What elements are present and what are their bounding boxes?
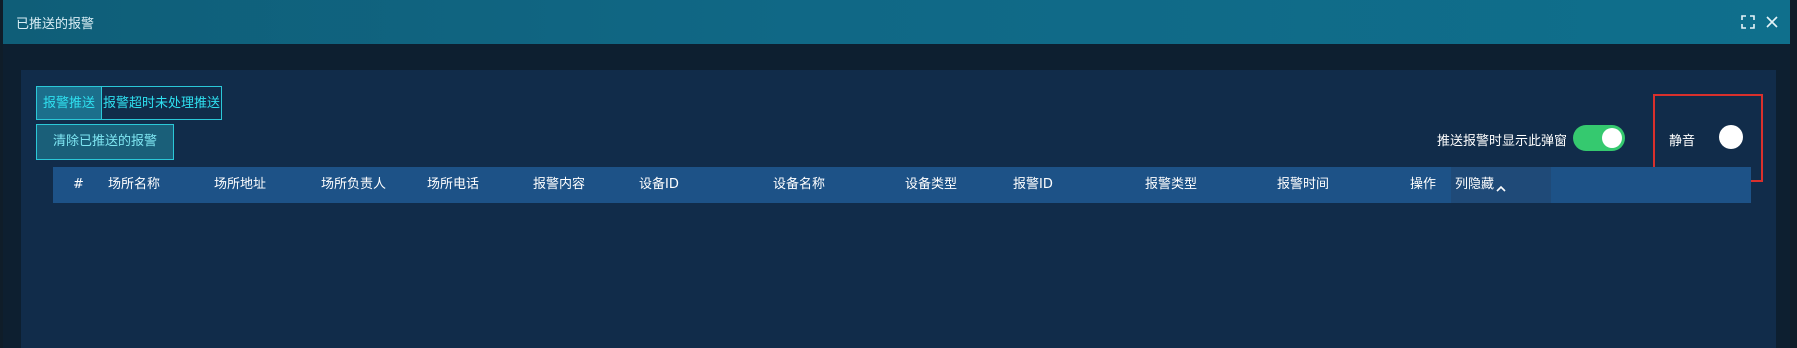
- toggle-knob: [1602, 128, 1622, 148]
- chevron-up-icon: [1495, 179, 1507, 198]
- col-device-id: 设备ID: [639, 177, 679, 192]
- col-device-name: 设备名称: [773, 177, 826, 192]
- show-popup-label: 推送报警时显示此弹窗: [1437, 134, 1568, 149]
- pushed-alarms-dialog: 已推送的报警 报警推送 报警超时未处理推送 清除已推送的报警 推送报警时显示此弹…: [3, 0, 1790, 348]
- tab-alarm-push[interactable]: 报警推送: [36, 86, 102, 120]
- col-alarm-id: 报警ID: [1013, 177, 1053, 192]
- col-site-phone: 场所电话: [427, 177, 480, 192]
- dialog-title: 已推送的报警: [16, 17, 95, 32]
- clear-pushed-alarms-button[interactable]: 清除已推送的报警: [36, 124, 174, 160]
- col-index: #: [73, 177, 84, 192]
- dialog-titlebar: 已推送的报警: [3, 0, 1790, 44]
- col-alarm-type: 报警类型: [1145, 177, 1198, 192]
- column-hide-label: 列隐藏: [1455, 177, 1495, 192]
- column-hide-toggle[interactable]: 列隐藏: [1451, 167, 1551, 203]
- tab-alarm-timeout-push[interactable]: 报警超时未处理推送: [101, 86, 222, 120]
- col-alarm-content: 报警内容: [533, 177, 586, 192]
- col-alarm-time: 报警时间: [1277, 177, 1330, 192]
- col-site-address: 场所地址: [214, 177, 267, 192]
- fullscreen-icon[interactable]: [1737, 11, 1759, 33]
- col-actions: 操作: [1410, 177, 1437, 192]
- col-site-name: 场所名称: [108, 177, 161, 192]
- col-device-type: 设备类型: [905, 177, 958, 192]
- mute-label: 静音: [1669, 134, 1696, 149]
- content-panel: 报警推送 报警超时未处理推送 清除已推送的报警 推送报警时显示此弹窗 静音 # …: [21, 70, 1776, 348]
- show-popup-toggle[interactable]: [1573, 125, 1625, 151]
- close-icon[interactable]: [1761, 11, 1783, 33]
- mute-toggle[interactable]: [1719, 125, 1743, 149]
- col-site-owner: 场所负责人: [321, 177, 387, 192]
- table-header: # 场所名称 场所地址 场所负责人 场所电话 报警内容 设备ID 设备名称 设备…: [53, 167, 1751, 203]
